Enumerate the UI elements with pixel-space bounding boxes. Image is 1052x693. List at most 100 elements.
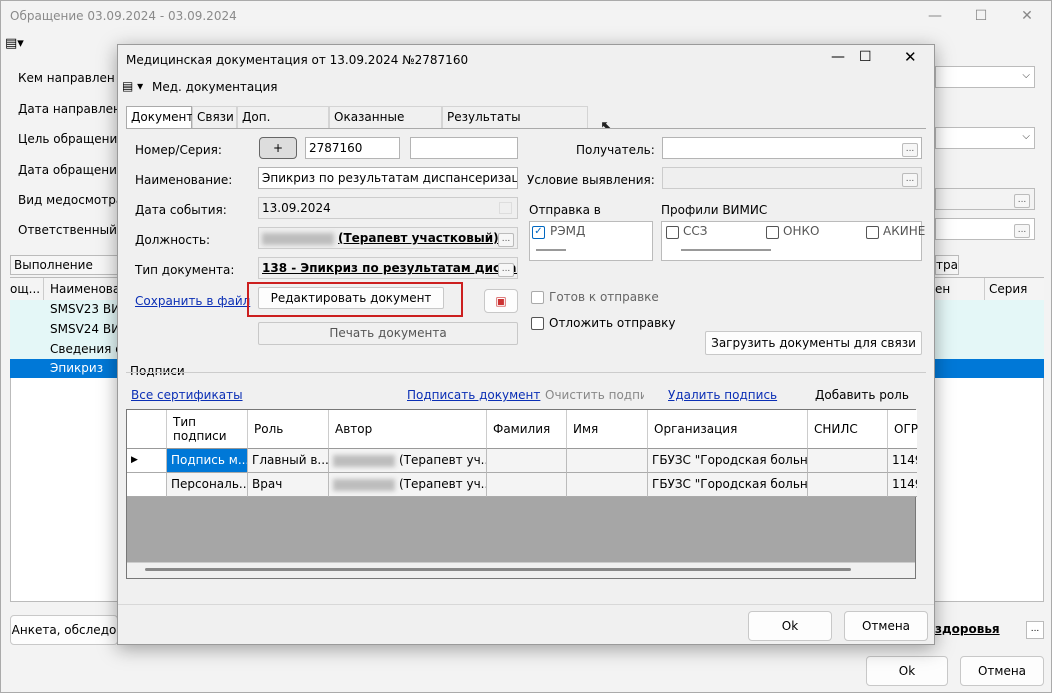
tab-document[interactable]: Документ [126,106,193,129]
dialog-ok-button[interactable]: Ok [748,611,832,641]
questionnaire-button[interactable]: Анкета, обследо [10,615,118,645]
tab-links[interactable]: Связи [192,106,237,128]
doc-type-field: 138 - Эпикриз по результатам диспансе [258,257,518,279]
bg-label-0: Кем направлен [18,71,115,85]
scrollbar-thumb[interactable] [536,249,566,251]
grid-cell[interactable] [808,449,888,473]
condition-label: Условие выявления: [527,173,655,187]
all-certificates-link[interactable]: Все сертификаты [131,388,243,402]
signatures-grid: Тип подписи Роль Автор Фамилия Имя Орган… [126,409,918,579]
position-ellipsis-button[interactable]: ... [498,233,514,247]
tab-registration-results[interactable]: Результаты регистрации [442,106,588,145]
dialog-cancel-button[interactable]: Отмена [844,611,928,641]
vimis-checkbox-1[interactable] [766,226,779,239]
grid-cell[interactable]: (Терапевт уч... [329,473,487,497]
med-doc-dialog: Медицинская документация от 13.09.2024 №… [117,44,935,645]
scrollbar-thumb[interactable] [681,249,771,251]
bg-tab-execution[interactable]: Выполнение меди [10,255,118,290]
number-field[interactable]: 2787160 [305,137,400,159]
send-to-list [529,221,653,261]
grid-cell[interactable]: (Терапевт уч... [329,449,487,473]
divider [126,372,926,373]
bg-combo-2[interactable]: ⌵ [935,127,1035,149]
bg-cancel-button[interactable]: Отмена [960,656,1044,686]
doc-type-ellipsis-button[interactable]: ... [498,263,514,277]
column-header[interactable]: Организация [648,410,808,449]
bg-grid-rows-bg-right [935,300,1044,359]
grid-cell[interactable]: Персональ... [167,473,248,497]
series-field[interactable] [410,137,518,159]
author-value: (Терапевт уч... [399,477,487,491]
vimis-checkbox-2[interactable] [866,226,879,239]
doc-type-label: Тип документа: [135,263,235,277]
print-document-button[interactable]: Печать документа [258,322,518,345]
pdf-file-icon[interactable]: ▣ [484,289,518,313]
ready-checkbox[interactable] [531,291,544,304]
save-file-link[interactable]: Сохранить в файл [135,294,250,308]
column-header[interactable]: Тип подписи [167,410,248,449]
column-header[interactable]: СНИЛС [808,410,888,449]
grid-cell[interactable]: Врач [248,473,329,497]
add-role-button[interactable]: Добавить роль [815,388,909,402]
grid-cell[interactable] [487,473,567,497]
edit-document-button[interactable]: Редактировать документ [258,287,444,309]
grid-cell[interactable] [808,473,888,497]
chevron-down-icon: ⌵ [1022,70,1030,81]
maximize-icon[interactable]: ☐ [958,0,1004,32]
ready-label: Готов к отправке [549,290,659,304]
health-link[interactable]: здоровья [935,622,1000,636]
recipient-ellipsis-button[interactable]: ... [902,143,918,157]
grid-cell[interactable]: Подпись м... [167,449,248,473]
column-header[interactable]: Имя [567,410,648,449]
column-header[interactable]: ОГР [888,410,918,449]
bg-grid-header-1: Наименован [44,278,128,300]
doc-menu-icon[interactable]: ▤ ▾ [122,79,143,93]
document-menu-icon[interactable]: ▤▾ [5,36,24,51]
maximize-icon[interactable]: ☐ [859,49,872,65]
minimize-icon[interactable]: — [831,49,845,65]
position-field: (Терапевт участковый) [258,227,518,249]
sign-document-link[interactable]: Подписать документ [407,388,540,402]
delete-signature-link[interactable]: Удалить подпись [668,388,777,402]
minimize-icon[interactable]: — [912,0,958,32]
postpone-checkbox[interactable] [531,317,544,330]
calendar-icon[interactable] [499,202,512,214]
grid-cell[interactable] [567,449,648,473]
clear-signature-label: Очистить подпись [545,388,644,402]
grid-cell[interactable]: Главный в... [248,449,329,473]
postpone-label: Отложить отправку [549,316,676,330]
close-icon[interactable]: ✕ [904,48,917,66]
tab-services[interactable]: Оказанные услуги [329,106,442,145]
table-row-selected[interactable]: Эпикриз по [10,359,118,394]
name-field[interactable]: Эпикриз по результатам диспансеризации /… [258,167,518,189]
column-header[interactable]: Фамилия [487,410,567,449]
remd-checkbox[interactable]: ✓ [532,226,545,239]
load-docs-button[interactable]: Загрузить документы для связи [705,331,922,355]
bg-label-4: Вид медосмотра [18,193,124,207]
bg-combo-1[interactable]: ⌵ [935,66,1035,88]
close-icon[interactable]: ✕ [1004,0,1050,32]
number-label: Номер/Серия: [135,143,222,157]
grid-cell[interactable]: 11492 [888,449,917,473]
add-number-button[interactable]: + [259,137,297,159]
grid-cell[interactable] [567,473,648,497]
bg-ok-button[interactable]: Ok [866,656,948,686]
grid-cell[interactable]: 11492 [888,473,917,497]
vimis-option-0: ССЗ [683,224,708,238]
condition-ellipsis-button[interactable]: ... [902,173,918,187]
column-header[interactable]: Автор [329,410,487,449]
column-header[interactable]: Роль [248,410,329,449]
scrollbar-thumb[interactable] [145,568,851,571]
bg-grid-header-0: ощ... [10,278,44,300]
bg-ellipsis-button-2[interactable]: ... [1014,224,1030,238]
tab-extra-attributes[interactable]: Доп. атрибуты [237,106,329,145]
recipient-field[interactable] [662,137,922,159]
bg-ellipsis-button-1[interactable]: ... [1014,194,1030,208]
vimis-checkbox-0[interactable] [666,226,679,239]
grid-cell[interactable]: ГБУЗС "Городская больн... [648,449,808,473]
bg-tab-right[interactable]: тра [935,255,959,275]
grid-cell[interactable] [487,449,567,473]
table-row[interactable]: Сведения о [50,342,123,356]
grid-cell[interactable]: ГБУЗС "Городская больн... [648,473,808,497]
bg-ellipsis-button-3[interactable]: ... [1026,621,1044,639]
